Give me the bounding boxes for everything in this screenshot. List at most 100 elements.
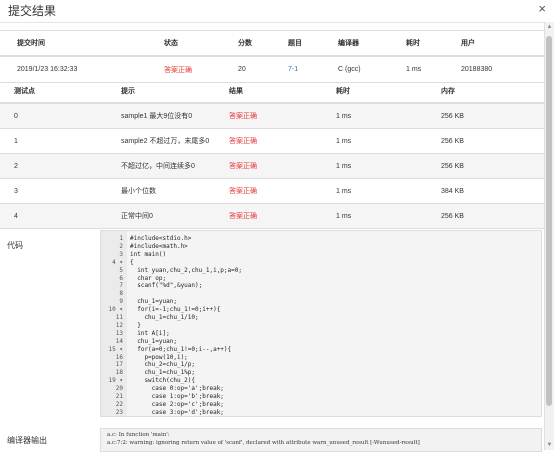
submission-row: 2019/1/23 16:32:33 答案正确 20 7-1 C (gcc) 1… (0, 56, 545, 83)
case-result: 答案正确 (229, 203, 336, 229)
line-number: 13 (115, 329, 123, 337)
header-hint: 提示 (121, 80, 229, 104)
header-user: 用户 (461, 30, 545, 57)
case-time: 1 ms (336, 103, 441, 129)
line-number: 4 ▾ (112, 258, 123, 266)
header-time: 耗时 (336, 80, 441, 104)
problem-link[interactable]: 7-1 (288, 56, 338, 83)
table-row: 1 sample2 不超过万，末尾多0 答案正确 1 ms 256 KB (0, 128, 545, 154)
line-number: 12 (115, 321, 123, 329)
dialog-header: 提交结果 × (0, 0, 554, 23)
code-text: for(i=-1;chu_1!=0;i++){ (130, 306, 221, 314)
compiler-output-label: 编译器输出 (7, 436, 47, 445)
line-number: 19 ▾ (108, 377, 123, 385)
code-text: chu_1=yuan; (130, 298, 177, 306)
code-viewer[interactable]: 1 #include<stdio.h> 2 #include<math.h> 3 int … (100, 230, 542, 417)
table-row: 2 不超过亿，中间连续多0 答案正确 1 ms 256 KB (0, 153, 545, 179)
line-number: 7 (119, 282, 123, 290)
code-text: case 3:op='d';break; (130, 408, 224, 416)
case-id: 4 (0, 203, 121, 229)
case-hint: 正常中间0 (121, 203, 229, 229)
case-hint: sample2 不超过万，末尾多0 (121, 128, 229, 154)
line-number: 10 ▾ (108, 306, 123, 314)
case-hint: 不超过亿，中间连续多0 (121, 153, 229, 179)
header-submit-time: 提交时间 (0, 30, 117, 57)
line-number: 5 (119, 266, 123, 274)
elapsed-value: 1 ms (406, 56, 461, 83)
submission-header-row: 提交时间 状态 分数 题目 编译器 耗时 用户 (0, 30, 545, 57)
case-id: 3 (0, 178, 121, 204)
header-result: 结果 (229, 80, 336, 104)
case-id: 0 (0, 103, 121, 129)
code-text: chu_1=chu_1%p; (130, 369, 196, 377)
code-text: int main() (130, 250, 167, 258)
header-score: 分数 (238, 30, 288, 57)
code-text: { (130, 258, 134, 266)
code-text: #include<math.h> (130, 242, 188, 250)
case-memory: 256 KB (441, 103, 545, 129)
line-number: 1 (119, 235, 123, 242)
case-result: 答案正确 (229, 153, 336, 179)
header-status: 状态 (117, 30, 238, 57)
line-number: 21 (115, 393, 123, 400)
code-text: char op; (130, 274, 167, 282)
cases-header-row: 测试点 提示 结果 耗时 内存 (0, 80, 545, 104)
header-memory: 内存 (441, 80, 545, 104)
line-number: 14 (115, 337, 123, 345)
case-time: 1 ms (336, 178, 441, 204)
line-number: 16 (115, 353, 123, 361)
line-number: 18 (115, 369, 123, 377)
line-number: 23 (115, 408, 123, 416)
submit-time: 2019/1/23 16:32:33 (0, 56, 117, 83)
code-text: int yuan,chu_2,chu_1,i,p;a=0; (130, 266, 242, 274)
code-text: chu_1=yuan; (130, 337, 177, 345)
table-row: 0 sample1 最大9位没有0 答案正确 1 ms 256 KB (0, 103, 545, 129)
line-number: 8 (119, 290, 123, 298)
table-row: 3 最小个位数 答案正确 1 ms 384 KB (0, 178, 545, 204)
case-memory: 256 KB (441, 203, 545, 229)
code-text: #include<stdio.h> (130, 235, 192, 242)
case-result: 答案正确 (229, 103, 336, 129)
header-compiler: 编译器 (338, 30, 406, 57)
case-result: 答案正确 (229, 178, 336, 204)
code-text: case 0:op='a';break; (130, 385, 224, 393)
code-text: chu_2=chu_1/p; (130, 361, 196, 369)
close-icon[interactable]: × (538, 1, 546, 16)
case-time: 1 ms (336, 153, 441, 179)
line-number: 6 (119, 274, 123, 282)
line-number: 3 (119, 250, 123, 258)
case-time: 1 ms (336, 203, 441, 229)
header-case-id: 测试点 (0, 80, 121, 104)
code-text: chu_1=chu_1/10; (130, 314, 199, 321)
scroll-up-icon[interactable]: ▲ (545, 22, 554, 32)
case-time: 1 ms (336, 128, 441, 154)
code-label: 代码 (7, 241, 23, 250)
submission-table: 提交时间 状态 分数 题目 编译器 耗时 用户 2019/1/23 16:32:… (0, 30, 545, 83)
test-cases-table: 测试点 提示 结果 耗时 内存 0 sample1 最大9位没有0 答案正确 1… (0, 80, 545, 229)
header-elapsed: 耗时 (406, 30, 461, 57)
scroll-down-icon[interactable]: ▼ (545, 440, 554, 450)
code-text: for(a=0;chu_1!=0;i--,a++){ (130, 345, 232, 353)
scrollbar[interactable]: ▲ ▼ (544, 22, 554, 450)
case-hint: 最小个位数 (121, 178, 229, 204)
case-memory: 384 KB (441, 178, 545, 204)
compiler-output-box[interactable]: a.c: In function 'main': a.c:7:2: warnin… (100, 428, 542, 452)
status-badge: 答案正确 (117, 56, 238, 83)
line-number: 2 (119, 242, 123, 250)
case-memory: 256 KB (441, 128, 545, 154)
code-text: case 2:op='c';break; (130, 400, 224, 408)
compiler-output-line: a.c:7:2: warning: ignoring return value … (107, 440, 420, 446)
code-text: case 1:op='b';break; (130, 393, 224, 400)
table-row: 4 正常中间0 答案正确 1 ms 256 KB (0, 203, 545, 229)
header-problem: 题目 (288, 30, 338, 57)
case-result: 答案正确 (229, 128, 336, 154)
line-number: 11 (115, 314, 123, 321)
scrollbar-thumb[interactable] (546, 36, 552, 406)
line-number: 9 (119, 298, 123, 306)
code-text: int A[i]; (130, 329, 170, 337)
line-number: 20 (115, 385, 123, 393)
case-memory: 256 KB (441, 153, 545, 179)
compiler-value: C (gcc) (338, 56, 406, 83)
case-id: 1 (0, 128, 121, 154)
code-text: scanf("%d",&yuan); (130, 282, 203, 290)
